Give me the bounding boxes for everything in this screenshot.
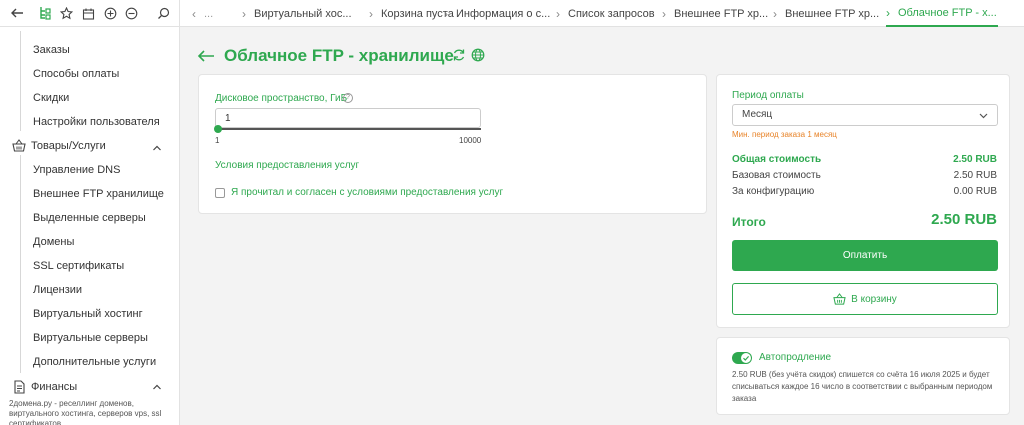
- slider-min-label: 1: [215, 136, 220, 145]
- tab-label: Внешнее FTP хр...: [674, 7, 769, 20]
- terms-label[interactable]: Я прочитал и согласен с условиями предос…: [231, 187, 503, 198]
- sidebar-item-external-ftp[interactable]: Внешнее FTP хранилище: [33, 188, 164, 200]
- sidebar-item-discounts[interactable]: Скидки: [33, 92, 69, 104]
- sidebar: Заказы Способы оплаты Скидки Настройки п…: [0, 27, 180, 425]
- zoom-in-icon[interactable]: [102, 5, 118, 21]
- sidebar-group-goods[interactable]: Товары/Услуги: [12, 139, 106, 153]
- chevron-right-icon: ›: [662, 6, 666, 21]
- star-icon[interactable]: [58, 5, 74, 21]
- base-cost-label: Базовая стоимость: [732, 170, 821, 181]
- sidebar-item-dedicated-servers[interactable]: Выделенные серверы: [33, 212, 146, 224]
- grand-total-label: Итого: [732, 215, 766, 229]
- add-to-cart-button[interactable]: В корзину: [732, 283, 998, 315]
- toggle-knob: [741, 353, 751, 363]
- sidebar-item-additional-services[interactable]: Дополнительные услуги: [33, 356, 156, 368]
- basket-icon: [12, 139, 26, 152]
- total-label: Общая стоимость: [732, 154, 822, 165]
- tree-line: [20, 31, 21, 131]
- chevron-left-icon: ‹: [192, 6, 196, 21]
- back-arrow-icon[interactable]: [9, 5, 25, 21]
- sidebar-item-licenses[interactable]: Лицензии: [33, 284, 82, 296]
- disk-space-slider[interactable]: [218, 128, 481, 130]
- sidebar-item-virtual-servers[interactable]: Виртуальные серверы: [33, 332, 148, 344]
- chevron-right-icon: ›: [886, 5, 890, 20]
- period-label: Период оплаты: [732, 90, 804, 101]
- slider-max-label: 10000: [459, 136, 482, 145]
- tab-bar: ‹ ... › Виртуальный хос... › Корзина пус…: [180, 0, 1024, 27]
- auto-renewal-text: 2.50 RUB (без учёта скидок) спишется со …: [732, 370, 993, 403]
- sidebar-item-orders[interactable]: Заказы: [33, 44, 70, 56]
- tree-line: [20, 155, 21, 373]
- config-card: Дисковое пространство, ГиБ ? 1 10000 Усл…: [198, 74, 707, 214]
- tab-info[interactable]: › Информация о с...: [444, 0, 564, 27]
- tab-cloud-ftp[interactable]: › Облачное FTP - х... ✕: [886, 0, 998, 27]
- auto-renewal-title: Автопродление: [759, 352, 832, 363]
- disk-space-label: Дисковое пространство, ГиБ: [215, 93, 348, 104]
- calendar-icon[interactable]: [80, 5, 96, 21]
- tab-label: Виртуальный хос...: [254, 7, 352, 20]
- sidebar-item-dns[interactable]: Управление DNS: [33, 164, 120, 176]
- refresh-icon[interactable]: [452, 48, 466, 62]
- tab-external-ftp-1[interactable]: › Внешнее FTP хр...: [662, 0, 777, 27]
- sidebar-footer-text: 2домена.ру - реселлинг доменов, виртуаль…: [9, 399, 162, 425]
- sidebar-item-payment-methods[interactable]: Способы оплаты: [33, 68, 119, 80]
- pay-button[interactable]: Оплатить: [732, 240, 998, 271]
- tab-label: Облачное FTP - х...: [898, 6, 997, 19]
- tab-label: Список запросов: [568, 7, 655, 20]
- total-value: 2.50 RUB: [953, 154, 997, 165]
- disk-space-input[interactable]: [215, 108, 481, 128]
- sidebar-item-domains[interactable]: Домены: [33, 236, 74, 248]
- tree-icon[interactable]: [37, 5, 53, 21]
- config-cost-label: За конфигурацию: [732, 186, 815, 197]
- chevron-right-icon: ›: [444, 6, 448, 21]
- chevron-up-icon[interactable]: [152, 382, 162, 392]
- tab-label: Внешнее FTP хр...: [785, 7, 880, 20]
- chevron-right-icon: ›: [242, 6, 246, 21]
- zoom-out-icon[interactable]: [123, 5, 139, 21]
- order-card: Период оплаты Месяц Мин. период заказа 1…: [716, 74, 1010, 328]
- sidebar-group-label: Финансы: [31, 381, 78, 393]
- slider-handle[interactable]: [214, 125, 222, 133]
- basket-icon: [833, 293, 846, 305]
- tab-label: Информация о с...: [456, 7, 551, 20]
- sidebar-item-user-settings[interactable]: Настройки пользователя: [33, 116, 160, 128]
- tab-label: ...: [204, 7, 214, 20]
- chevron-up-icon[interactable]: [152, 143, 162, 153]
- tab-external-ftp-2[interactable]: › Внешнее FTP хр...: [773, 0, 883, 27]
- document-icon: [14, 380, 25, 394]
- terms-heading[interactable]: Условия предоставления услуг: [215, 160, 359, 171]
- page-title: Облачное FTP - хранилище: [224, 46, 454, 65]
- sidebar-item-virtual-hosting[interactable]: Виртуальный хостинг: [33, 308, 143, 320]
- auto-renewal-card: Автопродление 2.50 RUB (без учёта скидок…: [716, 337, 1010, 415]
- sidebar-group-label: Товары/Услуги: [31, 140, 106, 152]
- sidebar-item-ssl[interactable]: SSL сертификаты: [33, 260, 124, 272]
- check-icon: [743, 355, 750, 361]
- grand-total-value: 2.50 RUB: [931, 211, 997, 228]
- chevron-right-icon: ›: [369, 6, 373, 21]
- tab-requests[interactable]: › Список запросов: [556, 0, 666, 27]
- search-icon[interactable]: [155, 5, 171, 21]
- tab-virtual-hosting[interactable]: › Виртуальный хос...: [242, 0, 362, 27]
- config-cost-value: 0.00 RUB: [953, 186, 997, 197]
- globe-icon[interactable]: [471, 48, 485, 62]
- help-icon[interactable]: ?: [343, 93, 353, 103]
- cart-button-label: В корзину: [851, 293, 897, 305]
- tab-overflow[interactable]: ‹ ...: [192, 0, 242, 27]
- chevron-right-icon: ›: [773, 6, 777, 21]
- back-arrow-icon[interactable]: [197, 49, 215, 63]
- auto-renewal-toggle[interactable]: [732, 352, 752, 364]
- terms-checkbox[interactable]: [215, 188, 225, 198]
- sidebar-group-finance[interactable]: Финансы: [12, 380, 77, 394]
- period-value: Месяц: [742, 109, 773, 120]
- period-select[interactable]: Месяц: [732, 104, 998, 126]
- base-cost-value: 2.50 RUB: [953, 170, 997, 181]
- chevron-right-icon: ›: [556, 6, 560, 21]
- tab-label: Корзина пуста: [381, 7, 454, 20]
- period-note: Мин. период заказа 1 месяц: [732, 130, 837, 139]
- top-toolbar: [0, 0, 180, 27]
- chevron-down-icon: [979, 113, 988, 119]
